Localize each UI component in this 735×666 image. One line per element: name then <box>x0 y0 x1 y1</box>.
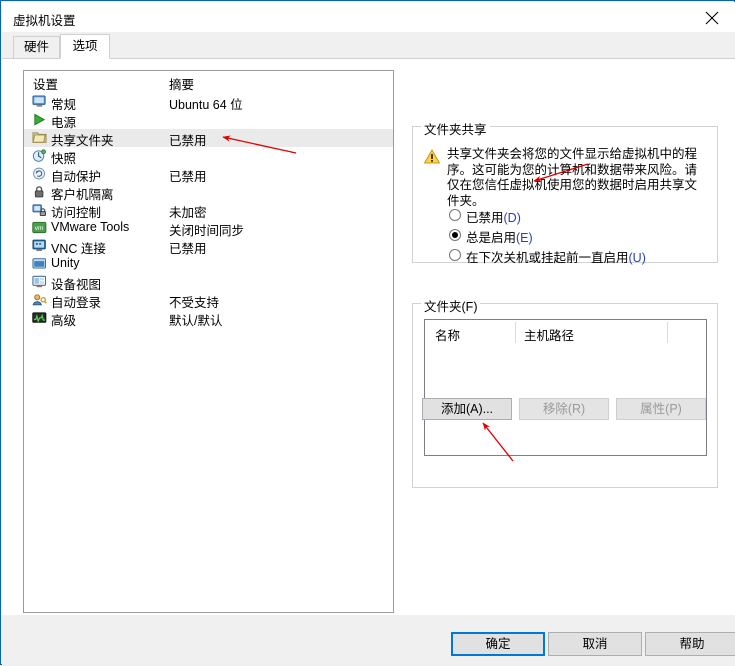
tab-strip: 硬件 选项 <box>2 32 735 59</box>
radio-mark <box>449 249 461 261</box>
folders-column-host-path: 主机路径 <box>524 329 575 343</box>
vnc-icon <box>32 239 47 253</box>
settings-list-row[interactable]: 共享文件夹 已禁用 <box>24 129 393 148</box>
settings-list-row[interactable]: 电源 <box>24 111 393 130</box>
window-title: 虚拟机设置 <box>13 14 76 28</box>
radio-mark <box>449 209 461 221</box>
folder-sharing-warning-text: 共享文件夹会将您的文件显示给虚拟机中的程序。这可能为您的计算机和数据带来风险。请… <box>447 147 698 208</box>
tab-options[interactable]: 选项 <box>60 34 110 59</box>
radio-disabled-label: 已禁用(D) <box>466 211 521 225</box>
folders-group: 文件夹(F) 名称 主机路径 <box>412 296 718 488</box>
monitor-icon <box>32 95 47 109</box>
settings-row-label: Unity <box>51 256 80 270</box>
settings-row-summary: 默认/默认 <box>169 314 223 328</box>
unity-icon <box>32 257 47 271</box>
folders-table-header: 名称 主机路径 <box>425 320 706 345</box>
settings-list-row[interactable]: 常规 Ubuntu 64 位 <box>24 93 393 112</box>
snapshot-icon <box>32 149 47 163</box>
column-header-summary: 摘要 <box>169 78 195 92</box>
settings-list-row[interactable]: 设备视图 <box>24 273 393 292</box>
autoprotect-icon <box>32 167 47 181</box>
settings-list-row[interactable]: VNC 连接 已禁用 <box>24 237 393 256</box>
settings-list-row[interactable]: 快照 <box>24 147 393 166</box>
radio-mark <box>449 229 461 241</box>
ok-button[interactable]: 确定 <box>451 632 545 656</box>
cancel-button[interactable]: 取消 <box>548 632 642 656</box>
folder-properties-button: 属性(P) <box>616 398 706 420</box>
settings-row-label: 高级 <box>51 314 77 328</box>
lock-icon <box>32 185 47 199</box>
add-folder-button[interactable]: 添加(A)... <box>422 398 512 420</box>
remove-folder-button: 移除(R) <box>519 398 609 420</box>
settings-row-label: VMware Tools <box>51 220 130 234</box>
dialog-button-bar: 确定 取消 帮助 <box>2 615 735 665</box>
vmware-tools-icon: vm <box>32 221 47 235</box>
settings-list-row[interactable]: 高级 默认/默认 <box>24 309 393 328</box>
folders-column-name: 名称 <box>435 329 461 343</box>
settings-list[interactable]: 设置 摘要 常规 Ubuntu 64 位电源 共享文件夹 已禁用 快照 自动保护 已禁用 客户… <box>23 70 394 613</box>
settings-list-row[interactable]: 客户机隔离 <box>24 183 393 202</box>
device-view-icon <box>32 275 47 289</box>
warning-icon <box>424 149 440 164</box>
settings-list-row[interactable]: 访问控制 未加密 <box>24 201 393 220</box>
close-icon[interactable] <box>689 2 735 32</box>
close-glyph <box>705 11 719 25</box>
column-divider[interactable] <box>667 322 668 343</box>
play-icon <box>32 113 47 127</box>
svg-text:vm: vm <box>35 225 44 232</box>
radio-always-enabled-label: 总是启用(E) <box>466 231 533 245</box>
help-button[interactable]: 帮助 <box>645 632 735 656</box>
settings-list-row[interactable]: 自动保护 已禁用 <box>24 165 393 184</box>
advanced-icon <box>32 311 47 325</box>
column-header-name: 设置 <box>33 78 59 92</box>
vm-settings-dialog: 虚拟机设置 硬件 选项 设置 摘要 常规 Ubuntu 64 位电源 共享文件夹 已禁… <box>0 0 735 665</box>
column-divider[interactable] <box>515 322 516 343</box>
settings-list-row[interactable]: vm VMware Tools 关闭时间同步 <box>24 219 393 238</box>
folder-sharing-group-title: 文件夹共享 <box>421 119 490 138</box>
folder-icon <box>32 131 47 145</box>
access-control-icon <box>32 203 47 217</box>
settings-list-row[interactable]: Unity <box>24 255 393 273</box>
settings-list-header: 设置 摘要 <box>24 71 393 92</box>
options-page: 设置 摘要 常规 Ubuntu 64 位电源 共享文件夹 已禁用 快照 自动保护 已禁用 客户… <box>2 58 735 615</box>
auto-login-icon <box>32 293 47 307</box>
radio-until-shutdown-label: 在下次关机或挂起前一直启用(U) <box>466 251 646 265</box>
folder-sharing-group: 文件夹共享 共享文件夹会将您的文件显示给虚拟机中的程序。这可能为您的计算机和数据… <box>412 119 718 265</box>
folders-table[interactable]: 名称 主机路径 <box>424 319 707 456</box>
settings-list-row[interactable]: 自动登录 不受支持 <box>24 291 393 310</box>
folders-group-title: 文件夹(F) <box>421 296 481 315</box>
title-bar: 虚拟机设置 <box>2 2 735 32</box>
tab-hardware[interactable]: 硬件 <box>13 36 60 59</box>
